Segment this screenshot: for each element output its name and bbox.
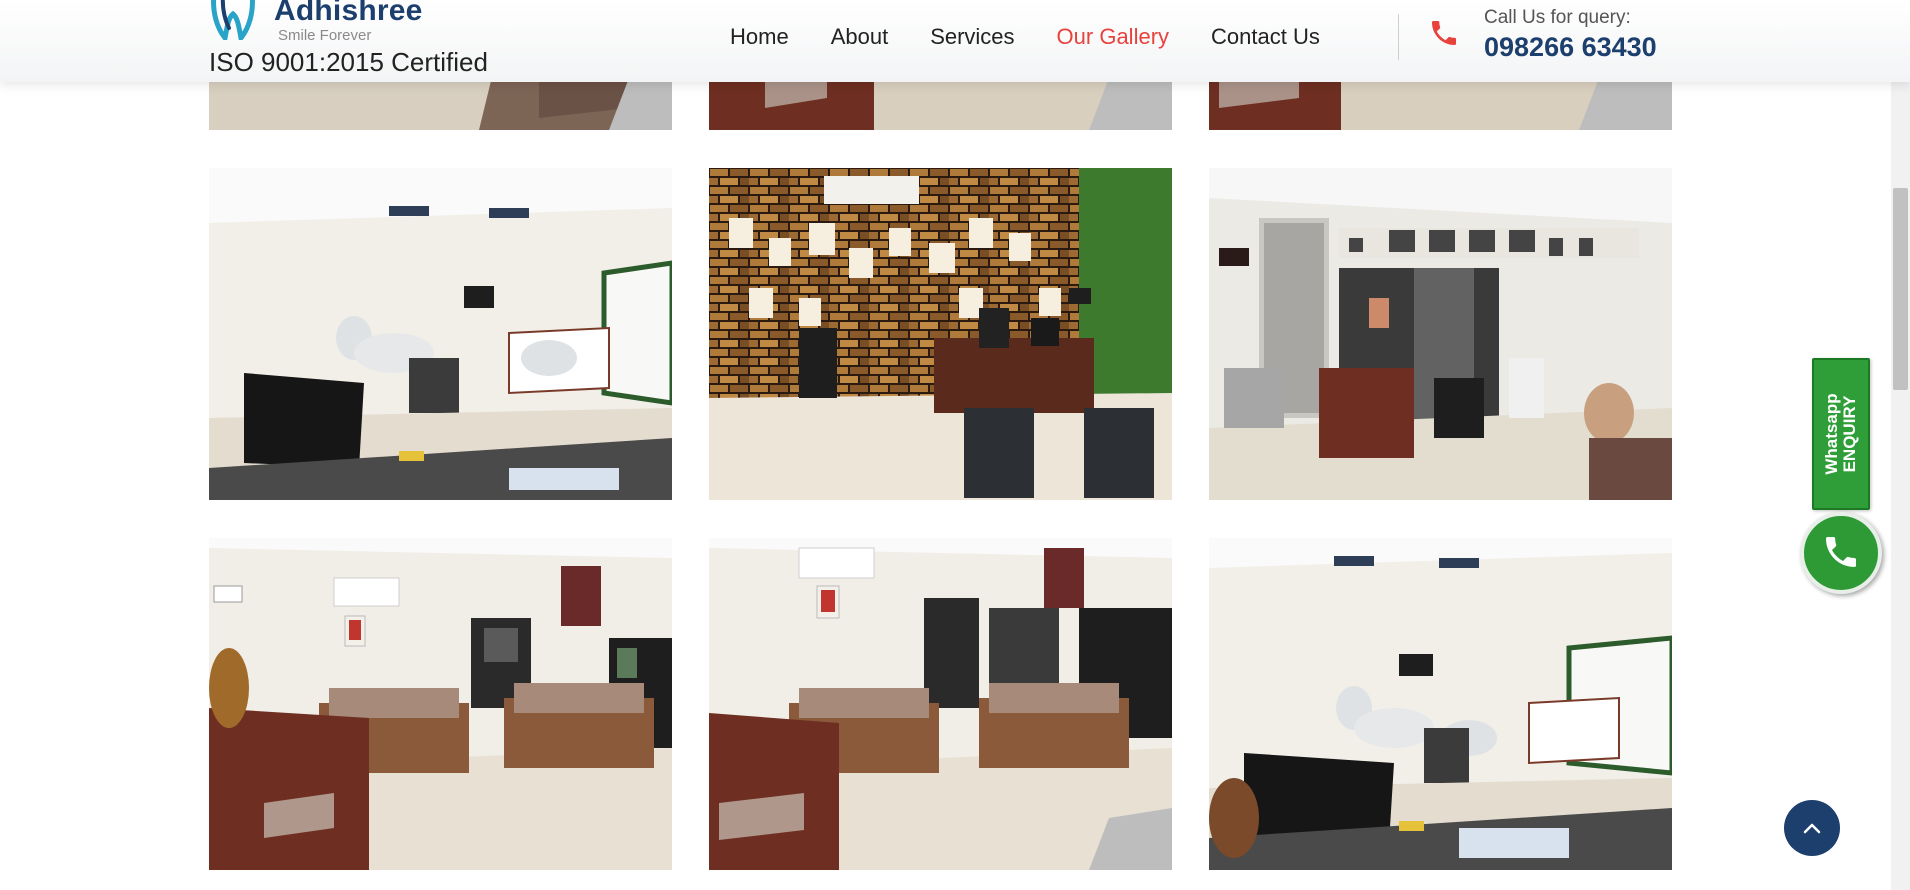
- brand-name[interactable]: Adhishree: [274, 0, 423, 28]
- whatsapp-button[interactable]: [1800, 512, 1882, 594]
- gallery-image-reception-sofas-2[interactable]: [709, 538, 1172, 870]
- gallery-image-dental-operatory[interactable]: [209, 168, 672, 500]
- enquiry-label: ENQUIRY: [1840, 395, 1859, 473]
- gallery-image-waiting-area[interactable]: [1209, 168, 1672, 500]
- phone-icon[interactable]: [1428, 17, 1460, 49]
- iso-certification: ISO 9001:2015 Certified: [209, 47, 488, 77]
- whatsapp-enquiry-tab[interactable]: Whatsapp ENQUIRY: [1812, 358, 1870, 510]
- main-nav: Home About Services Our Gallery Contact …: [730, 22, 1362, 52]
- call-label: Call Us for query:: [1484, 7, 1631, 28]
- brand-tagline: Smile Forever: [278, 27, 372, 44]
- gallery-image-dental-operatory-2[interactable]: [1209, 538, 1672, 870]
- scrollbar-thumb[interactable]: [1893, 188, 1908, 390]
- whatsapp-phone-icon: [1826, 537, 1856, 567]
- gallery-image-doctor-cabin[interactable]: [709, 168, 1172, 500]
- back-to-top-button[interactable]: [1784, 800, 1840, 856]
- gallery-grid: [0, 0, 1910, 890]
- page-scrollbar[interactable]: [1891, 0, 1910, 890]
- chevron-up-icon: [1803, 823, 1821, 834]
- nav-home[interactable]: Home: [730, 22, 789, 52]
- nav-contact-us[interactable]: Contact Us: [1211, 22, 1320, 52]
- nav-services[interactable]: Services: [930, 22, 1014, 52]
- header-divider: [1398, 14, 1399, 60]
- gallery-image-reception-sofas-1[interactable]: [209, 538, 672, 870]
- whatsapp-label: Whatsapp: [1822, 393, 1841, 475]
- call-number[interactable]: 098266 63430: [1484, 32, 1657, 63]
- nav-our-gallery[interactable]: Our Gallery: [1057, 22, 1169, 52]
- tooth-logo-icon[interactable]: [209, 0, 257, 40]
- nav-about[interactable]: About: [831, 22, 889, 52]
- site-header: Adhishree Smile Forever ISO 9001:2015 Ce…: [0, 0, 1910, 82]
